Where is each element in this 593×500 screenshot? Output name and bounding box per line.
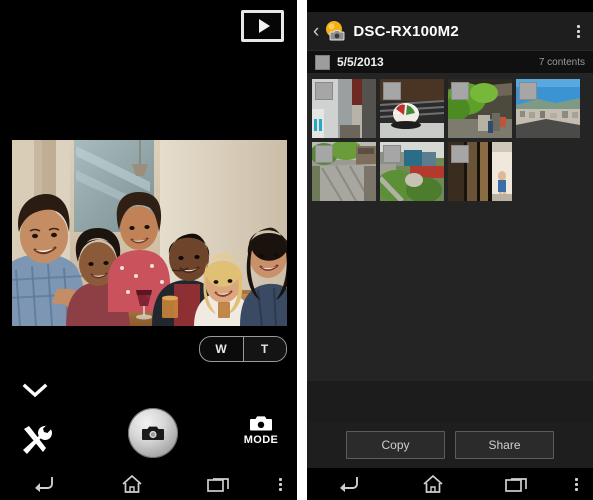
tools-icon [23,425,52,454]
status-bar [307,0,593,12]
mode-button[interactable]: MODE [235,415,287,446]
nav-menu-button[interactable] [263,477,297,491]
dual-phone-screenshot: W T MODE ‹ DSC-RX100M2 5/5/2013 7 conten… [0,0,593,500]
list-item[interactable] [516,79,580,138]
nav-recents-button[interactable] [475,475,559,493]
share-button[interactable]: Share [455,431,554,459]
left-navigation-bar [0,468,297,500]
right-navigation-bar [307,468,593,500]
overflow-menu-icon [574,477,578,491]
date-group-row[interactable]: 5/5/2013 7 contents [307,51,593,74]
zoom-tele-button[interactable]: T [242,337,286,361]
right-phone-screen: ‹ DSC-RX100M2 5/5/2013 7 contents Copy S… [307,0,593,500]
left-phone-screen: W T MODE [0,0,297,500]
list-item[interactable] [448,142,512,201]
thumbnail-checkbox[interactable] [519,82,537,100]
thumbnail-checkbox[interactable] [315,145,333,163]
nav-recents-button[interactable] [175,475,263,493]
back-chevron-icon[interactable]: ‹ [311,22,323,41]
thumbnail-checkbox[interactable] [451,145,469,163]
recent-apps-icon [505,478,527,492]
thumbnail-row [312,142,593,201]
playback-button[interactable] [241,10,284,42]
grid-empty-space [307,211,593,381]
app-header: ‹ DSC-RX100M2 [307,12,593,51]
zoom-wide-tele-control[interactable]: W T [199,336,287,362]
play-triangle-icon [258,19,270,33]
camera-settings-button[interactable] [18,422,54,458]
camera-device-icon [323,20,347,42]
mode-label: MODE [243,434,279,446]
live-view-photo [12,140,287,326]
nav-menu-button[interactable] [559,477,593,491]
home-icon [121,474,142,493]
device-title: DSC-RX100M2 [353,22,459,40]
zoom-wide-button[interactable]: W [200,337,243,361]
copy-button[interactable]: Copy [346,431,445,459]
date-group-label: 5/5/2013 [337,55,384,69]
nav-home-button[interactable] [391,474,475,494]
list-item[interactable] [448,79,512,138]
back-arrow-icon [34,477,53,492]
thumbnail-grid [307,74,593,211]
action-bar: Copy Share [307,422,593,468]
back-arrow-icon [340,477,358,492]
live-view-image [12,140,287,326]
contents-count-label: 7 contents [538,56,585,68]
home-icon [423,474,443,493]
thumbnail-checkbox[interactable] [383,82,401,100]
nav-home-button[interactable] [88,474,176,494]
thumbnail-checkbox[interactable] [383,145,401,163]
list-item[interactable] [312,79,376,138]
expand-panel-button[interactable] [22,382,48,400]
nav-back-button[interactable] [307,475,391,493]
overflow-menu-icon [278,477,282,491]
date-group-checkbox[interactable] [315,54,330,70]
thumbnail-row [312,79,593,138]
thumbnail-checkbox[interactable] [451,82,469,100]
thumbnail-checkbox[interactable] [315,82,333,100]
list-item[interactable] [380,79,444,138]
header-overflow-menu-button[interactable] [569,21,587,41]
nav-back-button[interactable] [0,475,88,493]
list-item[interactable] [312,142,376,201]
camera-icon [250,416,272,431]
shutter-button[interactable] [128,408,178,458]
list-item[interactable] [380,142,444,201]
chevron-down-icon [22,383,48,398]
recent-apps-icon [207,478,230,492]
camera-shutter-icon [142,426,164,440]
